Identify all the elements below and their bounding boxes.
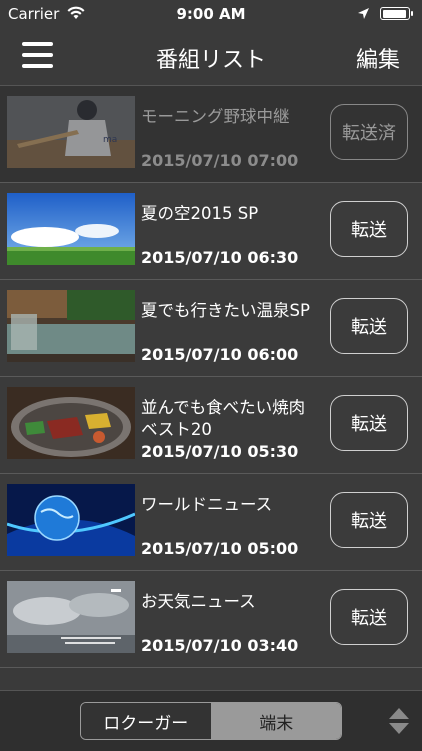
sort-updown-icon[interactable]	[388, 707, 410, 739]
navigation-bar: 番組リスト 編集	[0, 28, 422, 86]
tab-recorder[interactable]: ロクーガー	[81, 703, 212, 739]
transfer-button[interactable]: 転送	[330, 395, 408, 451]
sky-thumbnail	[7, 193, 135, 265]
program-row[interactable]: 夏の空2015 SP 2015/07/10 06:30 転送	[0, 183, 422, 280]
program-date: 2015/07/10 06:00	[141, 345, 299, 364]
transfer-button[interactable]: 転送	[330, 589, 408, 645]
transfer-button[interactable]: 転送	[330, 492, 408, 548]
transferred-button[interactable]: 転送済	[330, 104, 408, 160]
program-title: 夏でも行きたい温泉SP	[141, 301, 310, 320]
program-date: 2015/07/10 05:00	[141, 539, 299, 558]
world-news-thumbnail	[7, 484, 135, 556]
program-row[interactable]: ワールドニュース 2015/07/10 05:00 転送	[0, 474, 422, 571]
location-arrow-icon	[357, 6, 370, 24]
program-row[interactable]: 並んでも食べたい焼肉ベスト20 2015/07/10 05:30 転送	[0, 377, 422, 474]
program-title: 並んでも食べたい焼肉ベスト20	[141, 398, 306, 439]
hot-spring-thumbnail	[7, 290, 135, 362]
program-title: ワールドニュース	[141, 495, 273, 514]
tab-bar: ロクーガー 端末	[0, 690, 422, 751]
status-bar: Carrier 9:00 AM	[0, 0, 422, 28]
program-title: お天気ニュース	[141, 592, 256, 611]
weather-thumbnail	[7, 581, 135, 653]
transfer-button[interactable]: 転送	[330, 298, 408, 354]
program-title: 夏の空2015 SP	[141, 204, 259, 223]
program-date: 2015/07/10 07:00	[141, 151, 299, 170]
baseball-thumbnail: ma	[7, 96, 135, 168]
battery-icon	[380, 7, 413, 20]
yakiniku-thumbnail	[7, 387, 135, 459]
program-row[interactable]: ma モーニング野球中継 2015/07/10 07:00 転送済	[0, 86, 422, 183]
program-date: 2015/07/10 03:40	[141, 636, 299, 655]
edit-button[interactable]: 編集	[356, 42, 400, 74]
source-segmented-control: ロクーガー 端末	[80, 702, 342, 740]
program-date: 2015/07/10 05:30	[141, 442, 299, 461]
program-row[interactable]: お天気ニュース 2015/07/10 03:40 転送	[0, 571, 422, 668]
svg-text:ma: ma	[103, 135, 117, 145]
tab-device[interactable]: 端末	[211, 703, 341, 739]
program-list: ma モーニング野球中継 2015/07/10 07:00 転送済 夏の空201…	[0, 86, 422, 690]
transfer-button[interactable]: 転送	[330, 201, 408, 257]
program-date: 2015/07/10 06:30	[141, 248, 299, 267]
program-row[interactable]: 夏でも行きたい温泉SP 2015/07/10 06:00 転送	[0, 280, 422, 377]
battery-fill	[382, 9, 407, 18]
program-title: モーニング野球中継	[141, 107, 290, 126]
